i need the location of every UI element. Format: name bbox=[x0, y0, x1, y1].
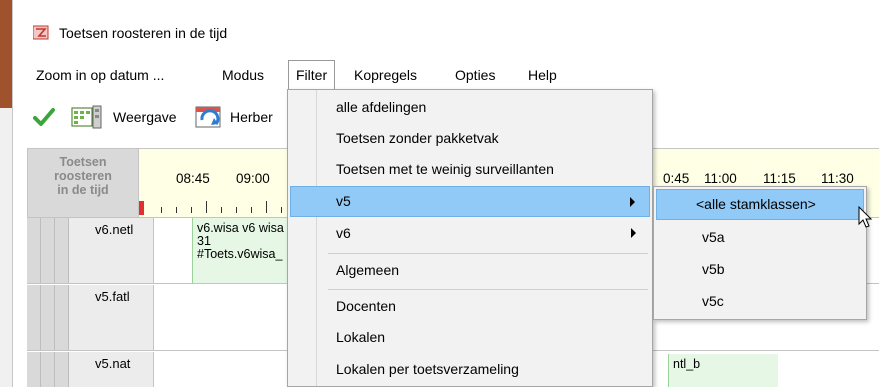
weergave-label: Weergave bbox=[113, 109, 177, 125]
menu-separator bbox=[328, 253, 648, 254]
tick bbox=[221, 207, 222, 213]
background-window-strip bbox=[0, 0, 12, 387]
app-icon bbox=[33, 25, 49, 40]
v5-submenu: <alle stamklassen> v5a v5b v5c bbox=[653, 186, 867, 320]
calendar-refresh-icon bbox=[195, 106, 221, 128]
time-label: 11:00 bbox=[704, 171, 737, 186]
tick bbox=[191, 207, 192, 213]
tick bbox=[281, 207, 282, 213]
row-gutter bbox=[27, 352, 41, 387]
menu-bar: Zoom in op datum ... Modus Filter Kopreg… bbox=[13, 60, 879, 90]
menu-zoom[interactable]: Zoom in op datum ... bbox=[29, 60, 171, 90]
submenu-arrow-icon bbox=[630, 197, 635, 207]
row-gutter bbox=[55, 352, 69, 387]
tick bbox=[266, 201, 267, 213]
window-title: Toetsen roosteren in de tijd bbox=[59, 25, 228, 41]
row-gutter bbox=[55, 218, 69, 283]
menu-opties[interactable]: Opties bbox=[448, 60, 502, 90]
time-label: 11:15 bbox=[763, 171, 796, 186]
menu-item-label: v6 bbox=[336, 225, 351, 241]
tick bbox=[206, 201, 207, 213]
menu-item-docenten[interactable]: Docenten bbox=[290, 291, 650, 322]
row-gutter bbox=[27, 285, 41, 350]
current-time-marker bbox=[139, 201, 144, 215]
menu-kopregels[interactable]: Kopregels bbox=[347, 60, 424, 90]
corner-line: in de tijd bbox=[57, 183, 109, 197]
menu-item-algemeen[interactable]: Algemeen bbox=[290, 255, 650, 286]
title-bar: Toetsen roosteren in de tijd bbox=[13, 0, 879, 58]
row-class-label: v6.netl bbox=[69, 218, 153, 283]
menu-item-v6[interactable]: v6 bbox=[290, 218, 650, 249]
submenu-item-v5a[interactable]: v5a bbox=[656, 222, 864, 253]
check-icon[interactable] bbox=[33, 106, 55, 128]
time-label: 09:00 bbox=[236, 171, 270, 186]
weergave-icon bbox=[71, 105, 102, 129]
row-class-label: v5.fatl bbox=[69, 285, 153, 350]
toets-cell[interactable]: ntl_b bbox=[668, 354, 778, 387]
submenu-item-v5b[interactable]: v5b bbox=[656, 254, 864, 285]
herbereken-label: Herber bbox=[230, 109, 273, 125]
herbereken-button[interactable]: Herber bbox=[194, 104, 273, 130]
menu-help[interactable]: Help bbox=[521, 60, 564, 90]
weergave-button[interactable]: Weergave bbox=[71, 104, 177, 130]
menu-item-label: v5 bbox=[336, 193, 351, 209]
row-gutter bbox=[55, 285, 69, 350]
background-window-accent bbox=[0, 0, 12, 108]
corner-line: Toetsen bbox=[59, 155, 107, 169]
row-gutter bbox=[27, 218, 41, 283]
tick bbox=[251, 207, 252, 213]
tick bbox=[161, 207, 162, 213]
row-gutter bbox=[41, 285, 55, 350]
menu-item-v5[interactable]: v5 bbox=[290, 186, 650, 217]
menu-separator bbox=[328, 289, 648, 290]
row-gutter bbox=[41, 352, 55, 387]
row-class-label: v5.nat bbox=[69, 352, 153, 387]
submenu-item-v5c[interactable]: v5c bbox=[656, 286, 864, 317]
time-label: 11:30 bbox=[821, 171, 854, 186]
menu-modus[interactable]: Modus bbox=[215, 60, 271, 90]
filter-dropdown-menu: alle afdelingen Toetsen zonder pakketvak… bbox=[287, 89, 653, 387]
submenu-arrow-icon bbox=[631, 228, 636, 238]
row-gutter bbox=[41, 218, 55, 283]
menu-item-alle-afdelingen[interactable]: alle afdelingen bbox=[290, 92, 650, 123]
menu-filter[interactable]: Filter bbox=[288, 60, 336, 90]
menu-item-lokalen-per-toetsverzameling[interactable]: Lokalen per toetsverzameling bbox=[290, 354, 650, 385]
submenu-item-alle-stamklassen[interactable]: <alle stamklassen> bbox=[656, 189, 864, 220]
time-label: 08:45 bbox=[176, 171, 210, 186]
menu-item-weinig-surveillanten[interactable]: Toetsen met te weinig surveillanten bbox=[290, 154, 650, 185]
grid-corner-title: Toetsen roosteren in de tijd bbox=[27, 148, 139, 218]
menu-item-zonder-pakketvak[interactable]: Toetsen zonder pakketvak bbox=[290, 123, 650, 154]
time-label: 0:45 bbox=[663, 171, 690, 186]
mouse-cursor-icon bbox=[858, 206, 873, 228]
tick bbox=[236, 207, 237, 213]
tick bbox=[176, 207, 177, 213]
corner-line: roosteren bbox=[54, 169, 112, 183]
menu-item-lokalen[interactable]: Lokalen bbox=[290, 322, 650, 353]
